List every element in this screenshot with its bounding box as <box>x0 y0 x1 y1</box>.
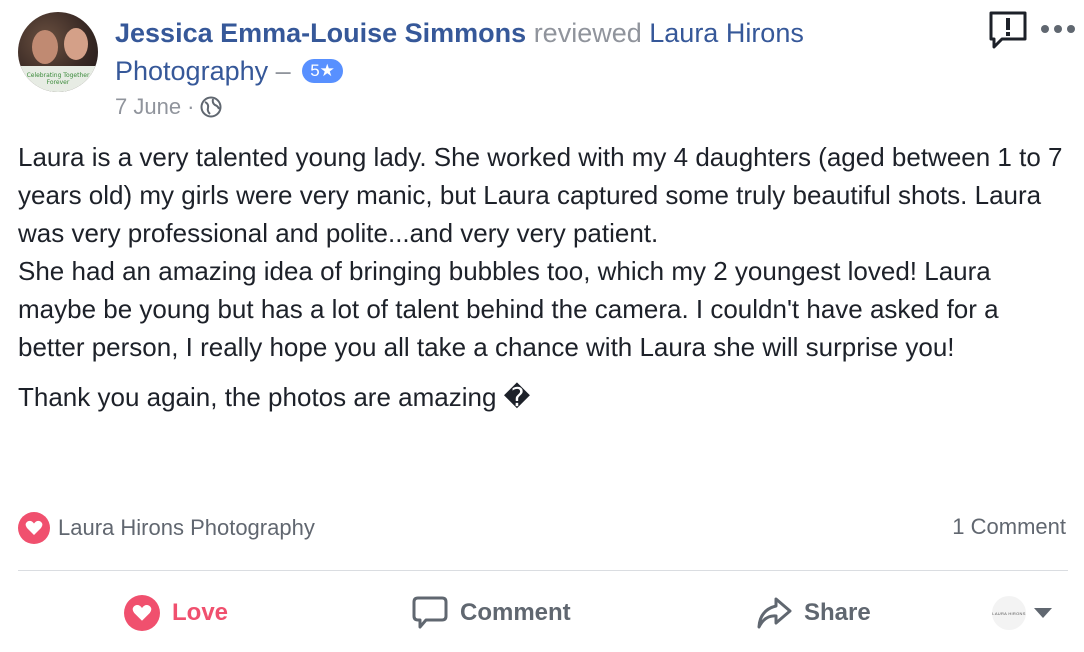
heart-icon <box>124 595 160 631</box>
post-header: Jessica Emma-Louise Simmons reviewed Lau… <box>115 14 955 90</box>
review-paragraph-1: Laura is a very talented young lady. She… <box>18 142 1063 248</box>
share-icon <box>757 597 792 629</box>
heart-icon <box>25 520 43 535</box>
report-icon[interactable] <box>988 10 1028 50</box>
page-name-line1: Laura Hirons <box>649 18 804 48</box>
page-name-line2: Photography <box>115 56 269 86</box>
love-label: Love <box>172 599 229 626</box>
review-paragraph-2: She had an amazing idea of bringing bubb… <box>18 256 999 362</box>
share-button[interactable]: Share <box>756 590 871 636</box>
reactions-summary[interactable]: Laura Hirons Photography <box>18 512 315 544</box>
avatar-face <box>64 28 88 60</box>
share-label: Share <box>804 599 871 626</box>
avatar-caption-band: Celebrating Together Forever <box>18 66 98 92</box>
avatar-face <box>32 30 58 64</box>
review-action-text: reviewed <box>533 18 642 48</box>
comment-count-link[interactable]: 1 Comment <box>952 514 1066 540</box>
meta-separator: · <box>187 94 195 119</box>
caret-down-icon <box>1034 608 1052 618</box>
review-post: Celebrating Together Forever Jessica Emm… <box>0 0 1084 652</box>
header-dash: – <box>275 56 291 86</box>
avatar-caption: Celebrating Together Forever <box>26 72 90 86</box>
globe-icon[interactable] <box>200 96 222 118</box>
post-date[interactable]: 7 June <box>115 92 181 122</box>
page-selector[interactable]: LAURA HIRONS <box>992 596 1052 630</box>
reactor-name[interactable]: Laura Hirons Photography <box>58 515 315 541</box>
comment-icon <box>412 596 448 629</box>
heart-shape <box>132 605 152 621</box>
comment-label: Comment <box>460 599 571 626</box>
post-meta: 7 June · <box>115 92 222 122</box>
more-icon[interactable] <box>1040 22 1076 36</box>
love-reaction-icon <box>18 512 50 544</box>
reviewer-avatar[interactable]: Celebrating Together Forever <box>18 12 98 92</box>
reviewer-name-link[interactable]: Jessica Emma-Louise Simmons <box>115 18 526 48</box>
divider <box>18 570 1068 571</box>
review-paragraph-3: Thank you again, the photos are amazing … <box>18 382 531 412</box>
review-text: Laura is a very talented young lady. She… <box>18 138 1068 416</box>
rating-badge: 5★ <box>302 59 343 83</box>
love-button[interactable]: Love <box>124 590 228 636</box>
page-avatar: LAURA HIRONS <box>992 596 1026 630</box>
comment-button[interactable]: Comment <box>412 590 571 636</box>
